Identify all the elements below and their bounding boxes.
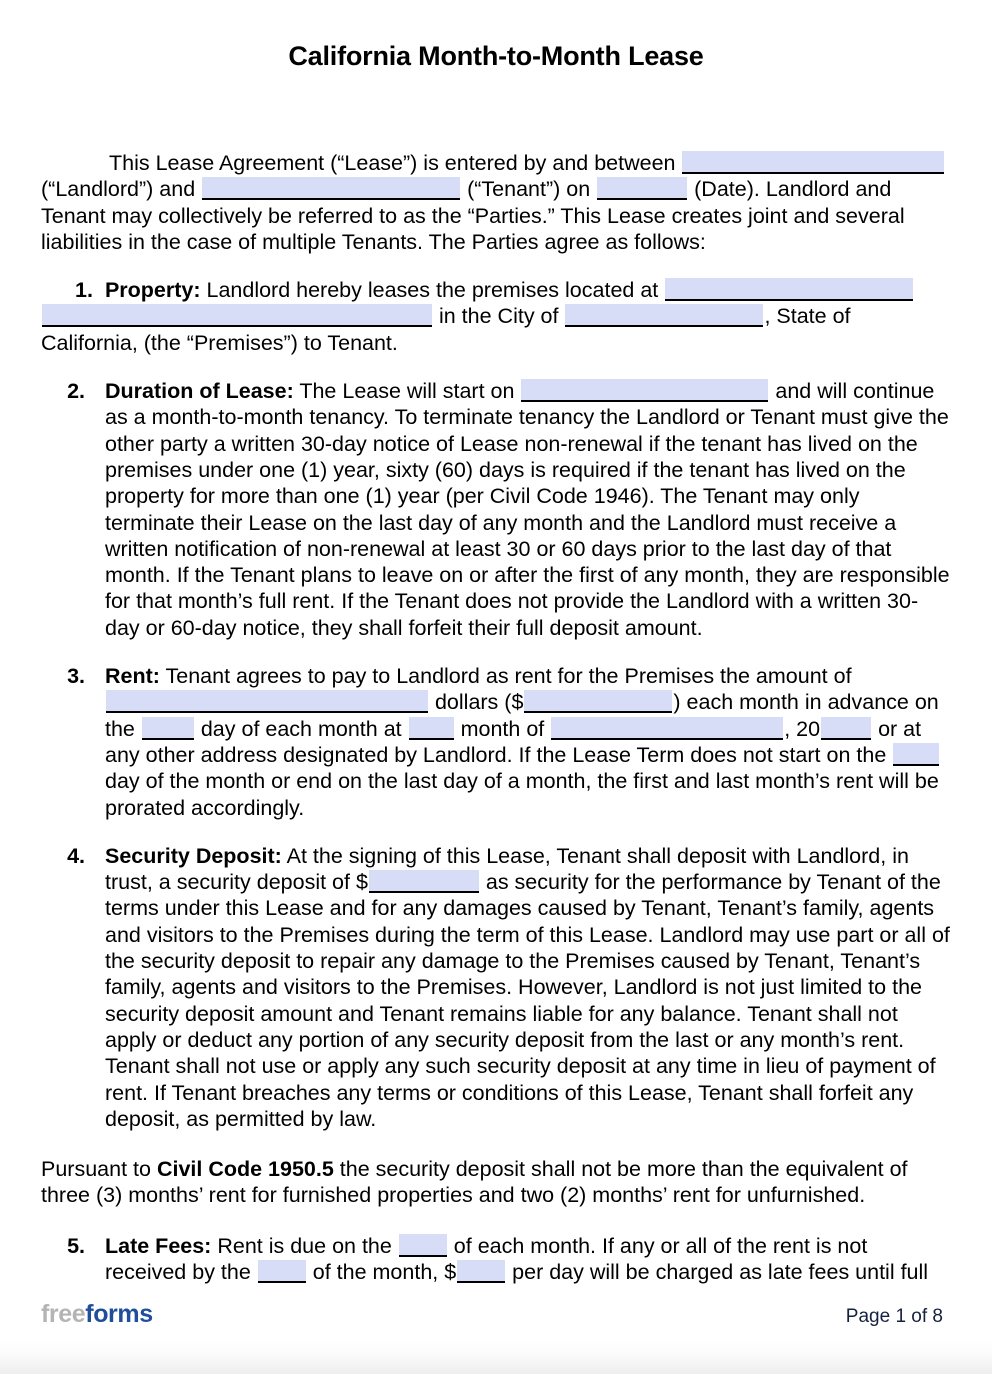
section-late-fees-text-4: per day will be charged as late fees unt… [506,1259,929,1284]
rent-amount-words-field[interactable] [106,690,428,714]
section-security-deposit-label: Security Deposit: [105,843,282,868]
tenant-name-field[interactable] [202,177,461,201]
section-rent-text-8: day of the month or end on the last day … [105,769,939,820]
section-rent: 3. Rent: Tenant agrees to pay to Landlor… [41,663,951,821]
lease-start-date-field[interactable] [521,379,769,403]
premises-address-field-line2[interactable] [42,304,432,328]
section-rent-text-2: dollars ($ [429,690,524,715]
prorate-day-field[interactable] [893,742,940,766]
freeforms-logo: freeforms [41,1300,153,1329]
section-duration-text-1: The Lease will start on [293,379,521,404]
rent-payment-address-field[interactable] [551,716,784,740]
section-rent-text-5: month of [454,716,551,741]
section-property-label: Property: [104,278,201,303]
premises-address-field[interactable] [665,278,914,302]
section-rent-label: Rent: [105,664,160,689]
landlord-name-field[interactable] [682,151,945,174]
rent-amount-numeric-field[interactable] [524,690,673,714]
section-security-deposit-number: 4. [67,843,85,868]
section-duration-body: Duration of Lease: The Lease will start … [85,378,951,641]
section-late-fees-body: Late Fees: Rent is due on the of each mo… [85,1233,951,1286]
section-security-deposit-text-2: as security for the performance by Tenan… [105,870,950,1131]
section-rent-text-4: day of each month at [194,716,408,741]
late-fee-amount-field[interactable] [457,1259,506,1283]
section-security-deposit-body: Security Deposit: At the signing of this… [85,843,951,1132]
rent-year-field[interactable] [821,716,872,740]
security-deposit-amount-field[interactable] [368,870,479,894]
logo-text-forms: forms [85,1300,153,1328]
section-late-fees-label: Late Fees: [105,1233,212,1258]
civil-code-note-text-1: Pursuant to [41,1157,157,1182]
page-title: California Month-to-Month Lease [288,41,704,71]
rent-payment-month-field[interactable] [408,716,454,740]
page-number: Page 1 of 8 [845,1306,943,1327]
intro-text-3: (“Tenant”) on [461,177,597,202]
section-duration-text-2: and will continue as a month-to-month te… [105,379,950,640]
premises-city-field[interactable] [565,304,764,328]
late-fee-grace-day-field[interactable] [257,1259,306,1283]
page-bottom-edge [0,1340,992,1374]
section-property-number: 1. [75,278,93,303]
rent-due-date-field[interactable] [398,1233,447,1257]
section-late-fees: 5. Late Fees: Rent is due on the of each… [41,1233,951,1286]
logo-text-free: free [41,1300,86,1328]
section-property-text: 1. Property: Landlord hereby leases the p… [41,277,951,356]
section-security-deposit: 4. Security Deposit: At the signing of t… [41,843,951,1132]
section-property-text-1: Landlord hereby leases the premises loca… [200,278,665,303]
intro-text-1: This Lease Agreement (“Lease”) is entere… [109,151,682,175]
section-duration-number: 2. [67,379,85,404]
section-late-fees-text-1: Rent is due on the [211,1233,398,1258]
section-rent-body: Rent: Tenant agrees to pay to Landlord a… [85,663,951,821]
civil-code-note: Pursuant to Civil Code 1950.5 the securi… [41,1156,951,1209]
civil-code-reference: Civil Code 1950.5 [156,1157,334,1182]
intro-text-2: (“Landlord”) and [41,177,202,202]
section-duration-label: Duration of Lease: [105,379,294,404]
page-footer: freeforms Page 1 of 8 [41,1300,951,1340]
section-rent-text-1: Tenant agrees to pay to Landlord as rent… [159,664,852,689]
rent-due-day-field[interactable] [141,716,194,740]
section-duration: 2. Duration of Lease: The Lease will sta… [41,378,951,641]
section-property-text-2: in the City of [433,304,565,329]
document-body: This Lease Agreement (“Lease”) is entere… [41,150,951,1285]
section-late-fees-text-3: of the month, $ [306,1259,457,1284]
section-late-fees-number: 5. [67,1233,85,1258]
section-rent-text-6: , 20 [784,716,821,741]
agreement-date-field[interactable] [597,177,688,201]
document-page: California Month-to-Month Lease This Lea… [0,0,992,1374]
section-rent-number: 3. [67,664,85,689]
intro-paragraph: This Lease Agreement (“Lease”) is entere… [41,150,951,255]
section-property: 1. Property: Landlord hereby leases the p… [41,277,951,356]
